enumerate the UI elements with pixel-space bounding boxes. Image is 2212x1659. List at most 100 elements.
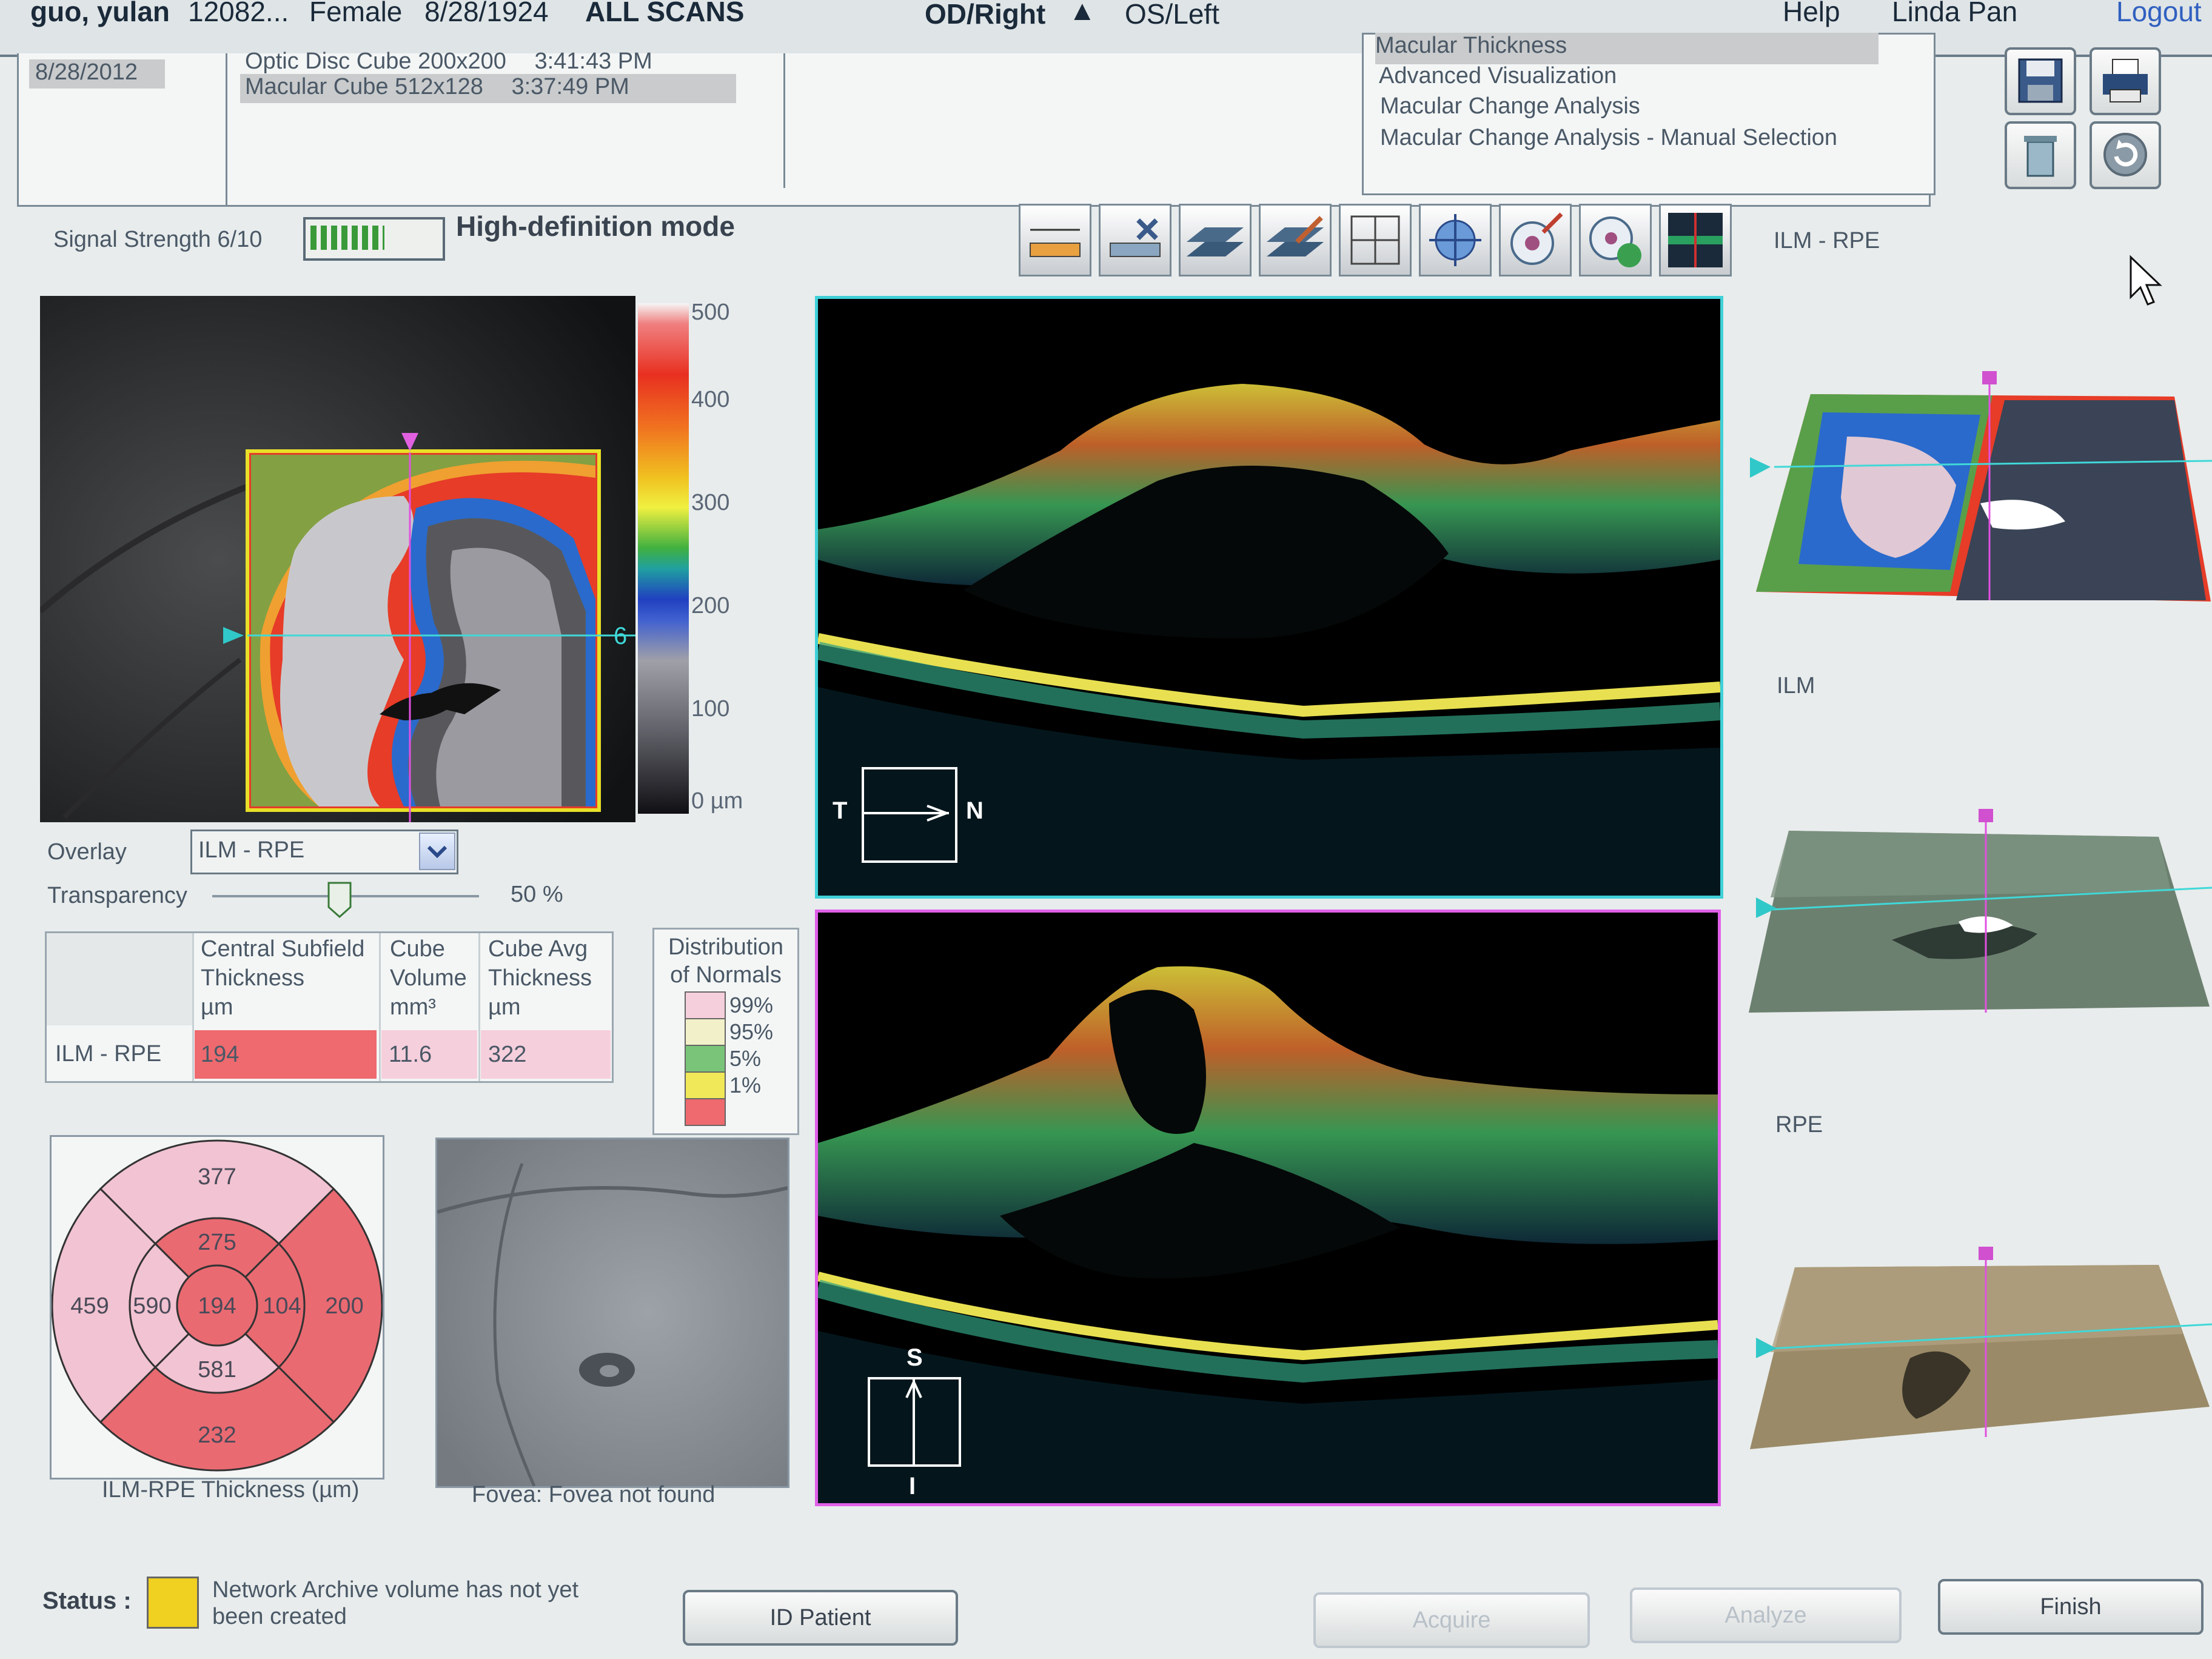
signal-strength-label: Signal Strength 6/10 <box>53 227 263 252</box>
layer-view-tool[interactable] <box>1179 204 1252 276</box>
fundus-thickness-map[interactable]: 6 <box>40 296 635 822</box>
surface-3d-rpe[interactable] <box>1746 1237 2212 1455</box>
acquire-button[interactable]: Acquire <box>1313 1592 1590 1648</box>
scan-time: 3:37:49 PM <box>511 74 629 99</box>
transparency-value: 50 % <box>511 882 563 907</box>
print-button[interactable] <box>2090 47 2161 115</box>
overlay-selected-value: ILM - RPE <box>198 837 305 863</box>
fundus-image: 6 <box>40 296 635 822</box>
scan-name: Optic Disc Cube 200x200 <box>245 49 506 74</box>
colorbar-tick-500: 500 <box>691 300 730 325</box>
patient-id: 12082... <box>188 0 289 27</box>
scan-name: Macular Cube 512x128 <box>245 74 483 99</box>
dropdown-button[interactable] <box>419 833 455 870</box>
analyze-button[interactable]: Analyze <box>1630 1587 1902 1643</box>
transparency-label: Transparency <box>47 883 187 908</box>
normals-swatch <box>685 991 726 1019</box>
measure-ruler-tool[interactable] <box>1019 204 1091 276</box>
crosshair-grid-icon <box>1350 215 1400 265</box>
etdrs-inner-inferior-value: 581 <box>198 1357 236 1382</box>
table-header-blank <box>47 933 192 1025</box>
layers-icon <box>1187 227 1244 256</box>
logout-link[interactable]: Logout <box>2116 0 2202 28</box>
signal-strength-fill <box>310 226 384 250</box>
center-tool[interactable] <box>1419 204 1492 276</box>
eye-right-button[interactable]: OD/Right <box>925 0 1045 30</box>
id-patient-button[interactable]: ID Patient <box>683 1590 958 1646</box>
layers-pencil-icon <box>1267 216 1324 256</box>
normals-legend-item: 95% <box>685 1018 788 1046</box>
etdrs-outer-superior-value: 377 <box>198 1164 236 1190</box>
layer-edit-tool[interactable] <box>1259 204 1332 276</box>
label-nasal: N <box>966 797 984 824</box>
delete-button[interactable] <box>2005 121 2076 189</box>
signal-strength-meter <box>303 217 445 261</box>
analysis-item-macular-change[interactable]: Macular Change Analysis <box>1380 93 1640 119</box>
orientation-indicator <box>868 1377 961 1467</box>
printer-icon <box>2103 59 2148 102</box>
analysis-item-macular-thickness[interactable]: Macular Thickness <box>1375 33 1879 64</box>
patient-gender: Female <box>309 0 403 27</box>
hd-mode-label: High-definition mode <box>456 210 735 242</box>
surface-3d-ilm[interactable] <box>1746 806 2212 1025</box>
horizontal-bscan[interactable]: T N <box>815 296 1723 899</box>
normals-swatch <box>685 1018 726 1046</box>
surface-3d-ilm-rpe[interactable] <box>1750 364 2212 606</box>
normals-label: 5% <box>729 1046 762 1071</box>
transparency-slider[interactable] <box>212 882 479 919</box>
thickness-colorbar <box>638 303 689 814</box>
slider-thumb[interactable] <box>327 882 352 919</box>
grid-tool[interactable] <box>1339 204 1412 276</box>
delete-measure-tool[interactable] <box>1099 204 1171 276</box>
table-header-central-subfield: Central Subfield Thickness µm <box>201 936 365 1020</box>
cube-volume-value: 11.6 <box>381 1030 477 1079</box>
surface-3d-image <box>1749 809 2212 1013</box>
patient-dob: 8/28/1924 <box>424 0 549 27</box>
overlay-select[interactable]: ILM - RPE <box>190 830 458 874</box>
status-message: Network Archive volume has not yet been c… <box>212 1577 579 1629</box>
colorbar-tick-200: 200 <box>691 593 730 618</box>
normals-legend-item: 99% <box>685 991 788 1019</box>
scan-item-optic-disc[interactable]: Optic Disc Cube 200x200 3:41:43 PM <box>245 49 652 75</box>
user-name: Linda Pan <box>1892 0 2018 27</box>
etdrs-outer-inferior-value: 232 <box>198 1423 236 1448</box>
patient-name: guo, yulan <box>30 0 170 27</box>
row-label: ILM - RPE <box>55 1041 162 1067</box>
etdrs-outer-temporal-value: 459 <box>70 1293 109 1319</box>
fundus-enface-image <box>437 1139 788 1486</box>
surface-3d-image <box>1750 371 2212 602</box>
normals-title: Distribution of Normals <box>668 934 784 988</box>
save-button[interactable] <box>2005 47 2076 115</box>
etdrs-inner-superior-value: 275 <box>198 1230 236 1255</box>
etdrs-inner-nasal-value: 104 <box>263 1293 301 1319</box>
all-scans-tab[interactable]: ALL SCANS <box>585 0 744 28</box>
table-header-cube-volume: Cube Volume mm³ <box>390 936 467 1020</box>
normals-label: 1% <box>729 1073 762 1098</box>
etdrs-outer-nasal-value: 200 <box>325 1293 363 1319</box>
finish-button[interactable]: Finish <box>1938 1579 2204 1635</box>
scan-item-macular-cube[interactable]: Macular Cube 512x128 3:37:49 PM <box>240 74 736 103</box>
analysis-item-macular-change-manual[interactable]: Macular Change Analysis - Manual Selecti… <box>1380 125 1837 151</box>
label-temporal: T <box>833 797 848 824</box>
orientation-indicator <box>862 767 957 863</box>
status-label: Status : <box>42 1587 132 1614</box>
label-inferior: I <box>909 1473 916 1500</box>
normals-swatch <box>685 1071 726 1099</box>
thickness-table: Central Subfield Thickness µm Cube Volume mm… <box>45 931 614 1083</box>
arrow-right-icon <box>927 805 949 822</box>
central-subfield-value: 194 <box>195 1030 377 1079</box>
vertical-bscan[interactable]: S I <box>815 910 1721 1506</box>
surface-3d-image <box>1750 1247 2212 1449</box>
undo-button[interactable] <box>2090 121 2161 189</box>
analysis-item-advanced-visualization[interactable]: Advanced Visualization <box>1379 63 1617 89</box>
etdrs-grid-panel: 194 275 581 590 104 377 232 459 200 <box>50 1135 384 1480</box>
slo-view-tool[interactable] <box>1659 204 1732 276</box>
disc-refresh-tool[interactable] <box>1579 204 1652 276</box>
etdrs-center-value: 194 <box>198 1293 236 1319</box>
label-superior: S <box>907 1344 923 1371</box>
help-link[interactable]: Help <box>1783 0 1840 28</box>
circular-arrow-icon <box>2103 133 2147 176</box>
eye-left-button[interactable]: OS/Left <box>1125 0 1219 30</box>
visit-date-item[interactable]: 8/28/2012 <box>29 59 165 89</box>
disc-tool[interactable] <box>1499 204 1572 276</box>
